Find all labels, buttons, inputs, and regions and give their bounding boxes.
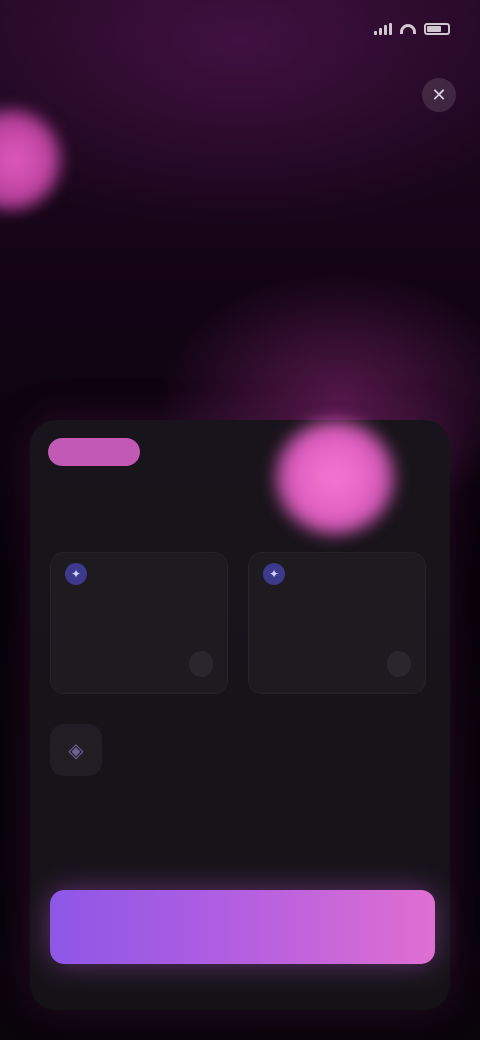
plan-icon: ✦ bbox=[263, 563, 285, 585]
feature-icon: ◈ bbox=[50, 724, 102, 776]
status-bar bbox=[34, 14, 450, 44]
plan-2-price bbox=[387, 651, 411, 677]
close-button[interactable]: ✕ bbox=[422, 78, 456, 112]
status-icons bbox=[374, 23, 450, 35]
offer-badge bbox=[48, 438, 140, 466]
plan-1-price bbox=[189, 651, 213, 677]
decorative-blob-right bbox=[275, 420, 395, 535]
plan-option-1[interactable]: ✦ bbox=[50, 552, 228, 694]
wifi-icon bbox=[400, 24, 416, 34]
battery-icon bbox=[424, 23, 450, 35]
plan-option-2[interactable]: ✦ bbox=[248, 552, 426, 694]
close-icon: ✕ bbox=[431, 84, 447, 105]
decorative-blob-left bbox=[0, 110, 60, 210]
paywall-screen: ✕ ✦ ✦ ◈ bbox=[0, 0, 480, 1040]
plan-icon: ✦ bbox=[65, 563, 87, 585]
feature-row: ◈ bbox=[50, 720, 430, 780]
signal-icon bbox=[374, 23, 392, 35]
continue-button[interactable] bbox=[50, 890, 435, 964]
